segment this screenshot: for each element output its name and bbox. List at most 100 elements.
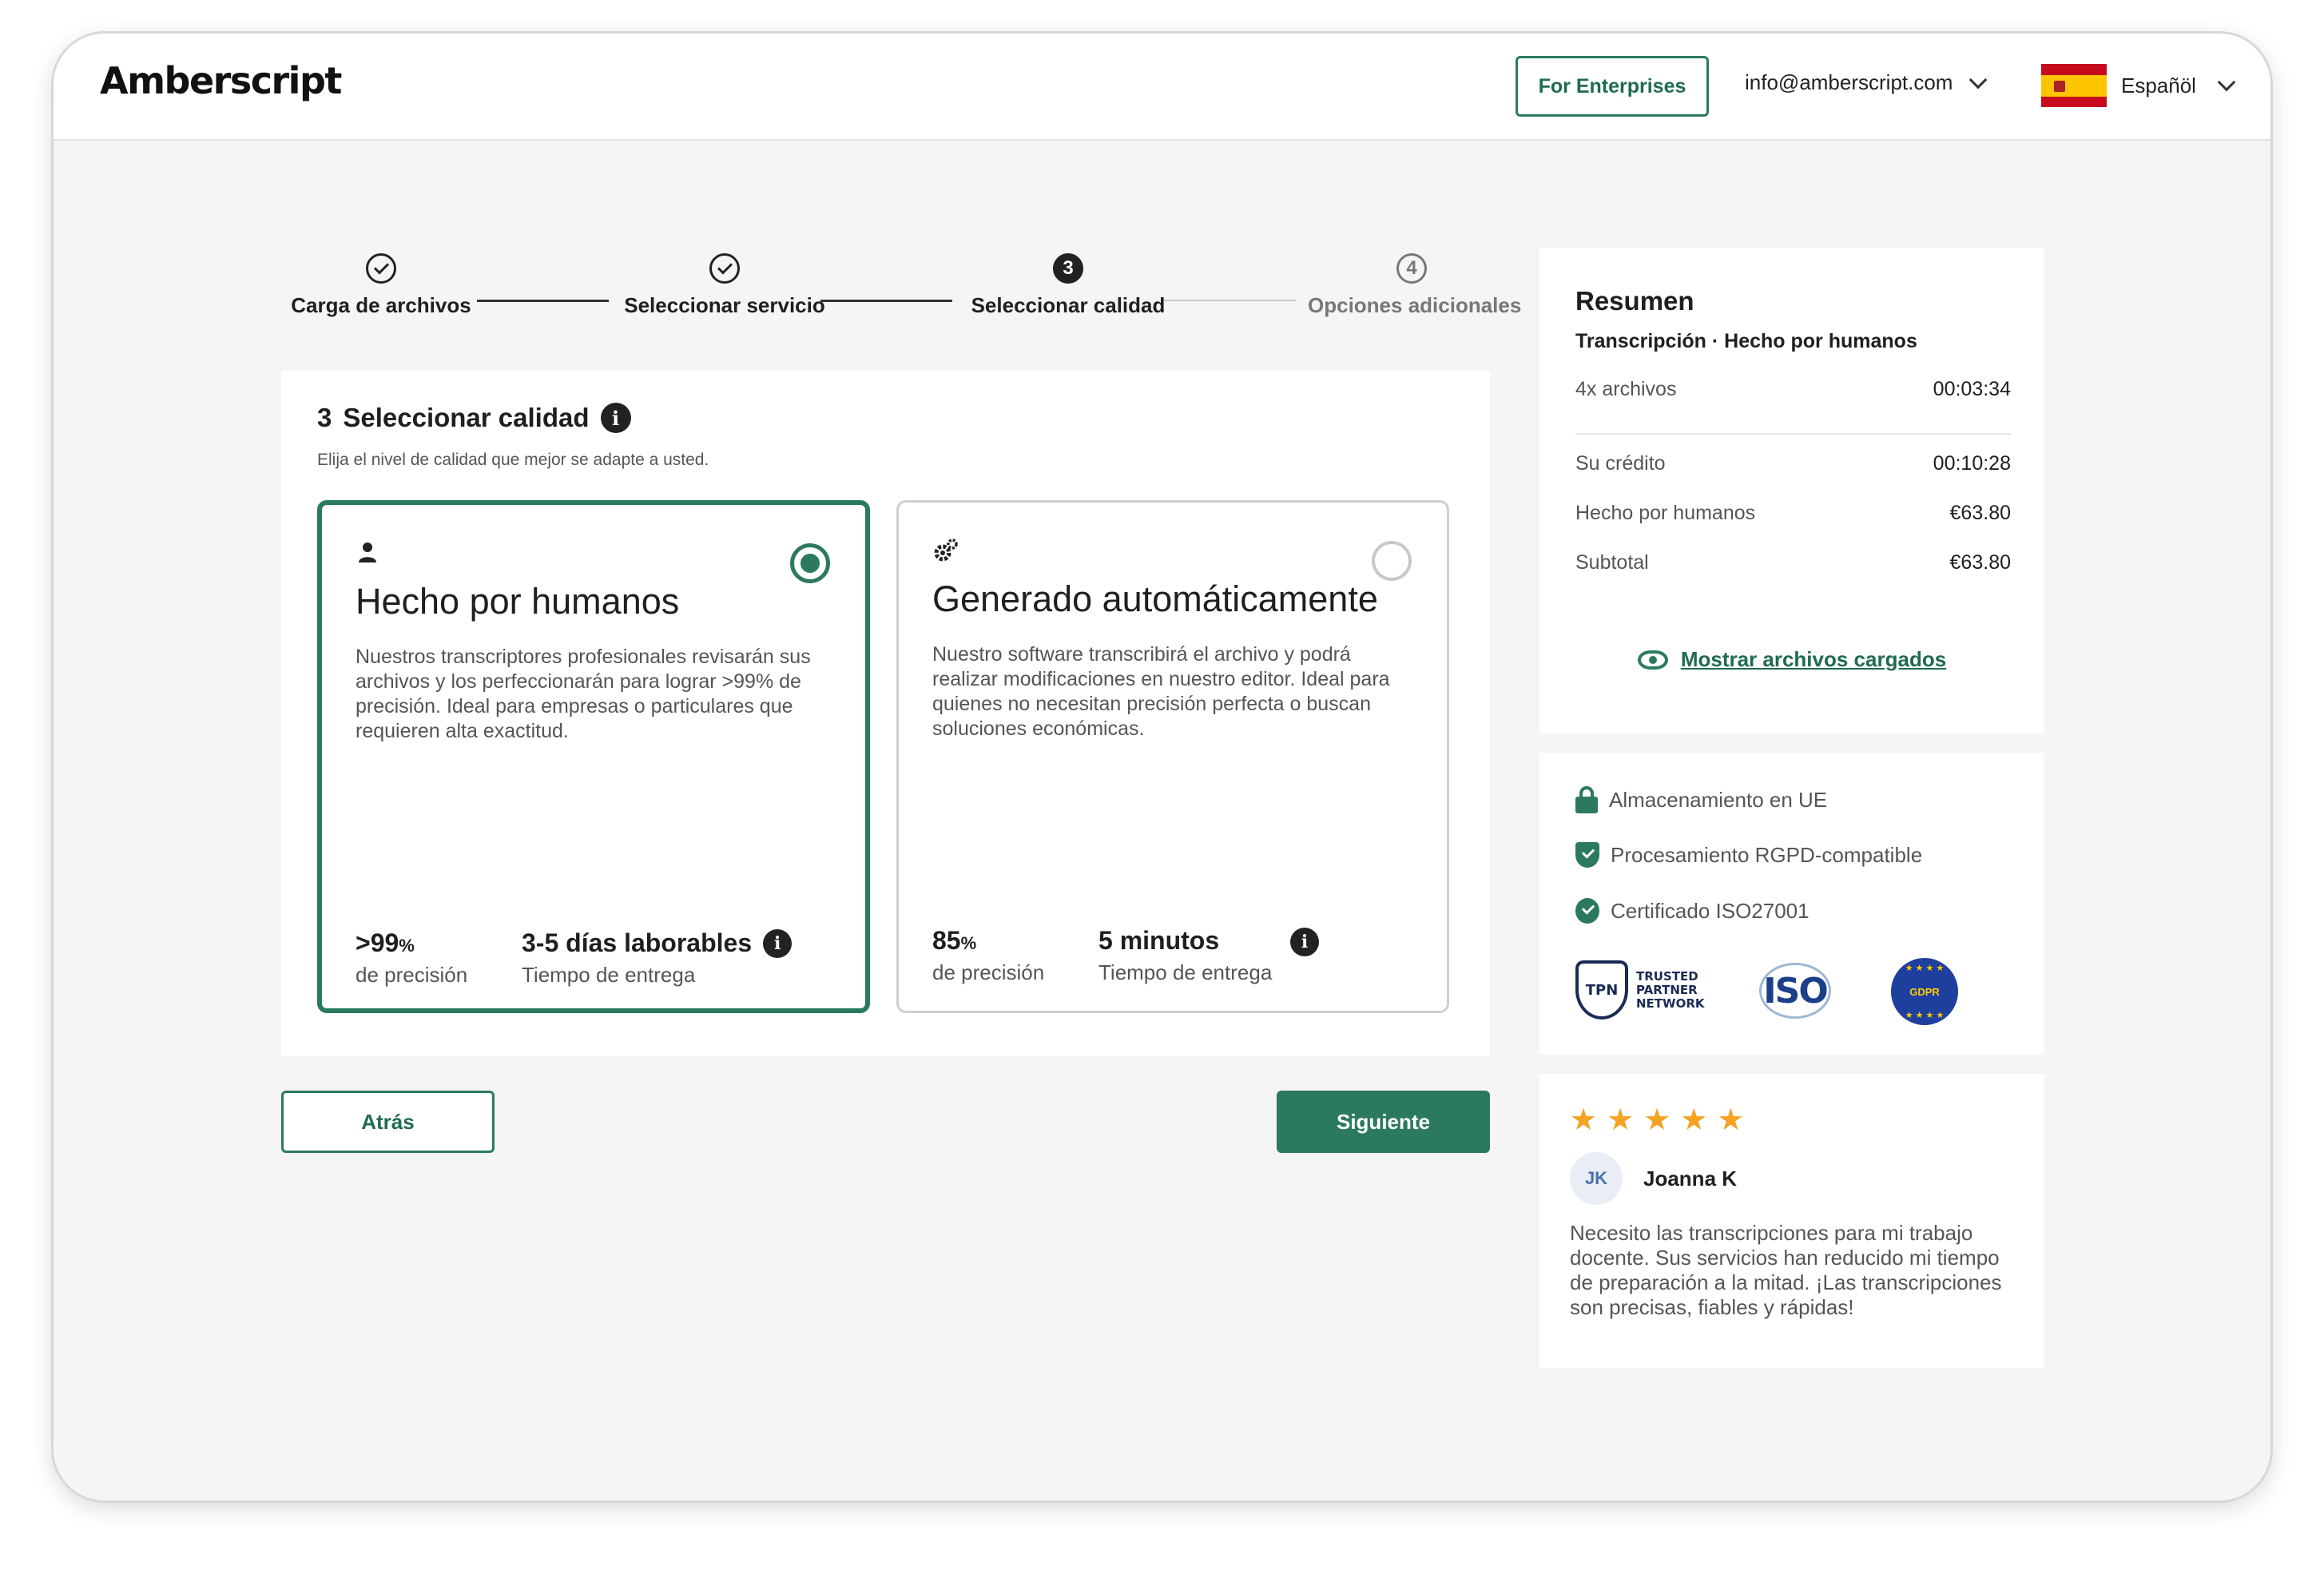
- amberscript-logo[interactable]: Amberscript: [100, 59, 342, 102]
- summary-row-service: Hecho por humanos €63.80: [1575, 502, 2011, 525]
- step-extras: 4 Opciones adicionales: [1308, 253, 1522, 318]
- step-label: Opciones adicionales: [1308, 293, 1522, 317]
- option-description: Nuestro software transcribirá el archivo…: [932, 643, 1390, 740]
- tpn-text: TRUSTED PARTNER NETWORK: [1636, 968, 1705, 1011]
- accuracy-caption: de precisión: [356, 963, 468, 987]
- turnaround-metric: 5 minutos Tiempo de entrega: [1098, 926, 1272, 985]
- step-connector: [477, 300, 609, 302]
- row-label: Su crédito: [1575, 452, 1666, 475]
- star-rating: ★ ★ ★ ★ ★: [1570, 1104, 1744, 1136]
- for-enterprises-button[interactable]: For Enterprises: [1516, 56, 1709, 117]
- lock-icon: [1575, 786, 1598, 813]
- panel-step-number: 3: [317, 403, 332, 432]
- tpn-badge: TPN TRUSTED PARTNER NETWORK: [1575, 960, 1708, 1020]
- review-text: Necesito las transcripciones para mi tra…: [1570, 1221, 2002, 1319]
- trust-label: Certificado ISO27001: [1611, 898, 1810, 923]
- top-bar: Amberscript For Enterprises info@ambersc…: [54, 34, 2270, 141]
- summary-subtitle: Transcripción · Hecho por humanos: [1575, 330, 1917, 352]
- star-icon: ★: [1570, 1103, 1598, 1137]
- option-title: Hecho por humanos: [356, 581, 680, 622]
- step-quality: 3 Seleccionar calidad: [964, 253, 1172, 318]
- iso-badge: ISO: [1759, 963, 1831, 1019]
- back-button[interactable]: Atrás: [281, 1091, 495, 1153]
- accuracy-value: 85: [932, 926, 961, 955]
- step-connector: [820, 300, 952, 302]
- certification-badges: TPN TRUSTED PARTNER NETWORK ISO GDPR: [1575, 956, 1991, 1028]
- turnaround-value: 5 minutos: [1098, 926, 1220, 955]
- radio-unselected[interactable]: [1372, 541, 1412, 581]
- show-files-link[interactable]: Mostrar archivos cargados: [1539, 647, 2044, 672]
- trust-label: Almacenamiento en UE: [1609, 787, 1828, 812]
- info-icon[interactable]: i: [600, 403, 631, 433]
- info-icon[interactable]: i: [1290, 928, 1319, 956]
- info-icon[interactable]: i: [763, 928, 793, 958]
- person-icon: [356, 540, 383, 567]
- step-connector: [1164, 300, 1296, 301]
- row-label: Hecho por humanos: [1575, 502, 1756, 524]
- star-icon: ★: [1607, 1103, 1635, 1137]
- row-label: 4x archivos: [1575, 378, 1677, 400]
- accuracy-value: >99: [356, 928, 399, 957]
- option-card-human[interactable]: Hecho por humanos Nuestros transcriptore…: [317, 500, 870, 1013]
- turnaround-caption: Tiempo de entrega: [522, 963, 696, 987]
- step-label: Carga de archivos: [291, 293, 471, 317]
- gears-icon: [932, 538, 959, 565]
- progress-stepper: Carga de archivos Seleccionar servicio 3…: [277, 253, 1571, 333]
- quality-panel: 3 Seleccionar calidad i Elija el nivel d…: [281, 371, 1490, 1056]
- review-card: ★ ★ ★ ★ ★ JK Joanna K Necesito las trans…: [1539, 1074, 2044, 1368]
- tpn-mark: TPN: [1575, 960, 1628, 1020]
- row-value: €63.80: [1949, 502, 2011, 524]
- radio-selected[interactable]: [790, 543, 830, 583]
- trust-panel: Almacenamiento en UE Procesamiento RGPD-…: [1539, 753, 2044, 1055]
- summary-row-subtotal: Subtotal €63.80: [1575, 551, 2011, 574]
- eye-icon: [1637, 650, 1668, 670]
- shield-check-icon: [1575, 842, 1599, 868]
- account-menu[interactable]: info@amberscript.com: [1745, 70, 1988, 95]
- panel-title-text: Seleccionar calidad: [343, 403, 590, 432]
- summary-row-files: 4x archivos 00:03:34: [1575, 378, 2011, 401]
- accuracy-caption: de precisión: [932, 960, 1045, 984]
- check-circle-icon: [366, 253, 396, 284]
- trust-label: Procesamiento RGPD-compatible: [1611, 842, 1923, 867]
- turnaround-metric: 3-5 días laborables i Tiempo de entrega: [522, 928, 793, 988]
- reviewer-name: Joanna K: [1643, 1167, 1738, 1190]
- option-description: Nuestros transcriptores profesionales re…: [356, 646, 811, 742]
- step-upload: Carga de archivos: [277, 253, 485, 318]
- accuracy-metric: >99% de precisión: [356, 928, 467, 988]
- option-card-automatic[interactable]: Generado automáticamente Nuestro softwar…: [896, 500, 1449, 1013]
- turnaround-caption: Tiempo de entrega: [1098, 960, 1273, 984]
- step-service: Seleccionar servicio: [621, 253, 828, 318]
- step-label: Seleccionar servicio: [624, 293, 825, 317]
- app-window: Amberscript For Enterprises info@ambersc…: [54, 34, 2270, 1500]
- check-badge-icon: [1575, 898, 1599, 924]
- option-title: Generado automáticamente: [932, 578, 1378, 619]
- next-button[interactable]: Siguiente: [1277, 1091, 1490, 1153]
- step-label: Seleccionar calidad: [971, 293, 1166, 317]
- step-number-icon: 3: [1053, 253, 1083, 284]
- turnaround-value: 3-5 días laborables: [522, 928, 753, 957]
- chevron-down-icon: [1969, 70, 1988, 89]
- language-label: Españöl: [2121, 73, 2196, 97]
- trust-item-gdpr: Procesamiento RGPD-compatible: [1575, 842, 1922, 868]
- check-circle-icon: [709, 253, 740, 284]
- summary-title: Resumen: [1575, 286, 1694, 316]
- star-icon: ★: [1643, 1103, 1671, 1137]
- spain-flag-icon: [2041, 64, 2107, 107]
- row-value: 00:10:28: [1933, 452, 2011, 475]
- chevron-down-icon: [2217, 73, 2236, 92]
- panel-subtitle: Elija el nivel de calidad que mejor se a…: [317, 451, 709, 469]
- row-value: 00:03:34: [1933, 378, 2011, 400]
- summary-row-credit: Su crédito 00:10:28: [1575, 452, 2011, 475]
- accuracy-metric: 85% de precisión: [932, 926, 1044, 985]
- star-icon: ★: [1680, 1103, 1708, 1137]
- panel-title: 3 Seleccionar calidad i: [317, 403, 631, 433]
- language-selector[interactable]: Españöl: [2041, 64, 2236, 107]
- row-value: €63.80: [1949, 551, 2011, 574]
- step-number-icon: 4: [1396, 253, 1427, 284]
- summary-panel: Resumen Transcripción · Hecho por humano…: [1539, 248, 2044, 733]
- row-label: Subtotal: [1575, 551, 1649, 574]
- show-files-label: Mostrar archivos cargados: [1680, 647, 1947, 671]
- trust-item-iso: Certificado ISO27001: [1575, 898, 1810, 924]
- accuracy-unit: %: [399, 936, 415, 956]
- trust-item-eu-storage: Almacenamiento en UE: [1575, 786, 1827, 813]
